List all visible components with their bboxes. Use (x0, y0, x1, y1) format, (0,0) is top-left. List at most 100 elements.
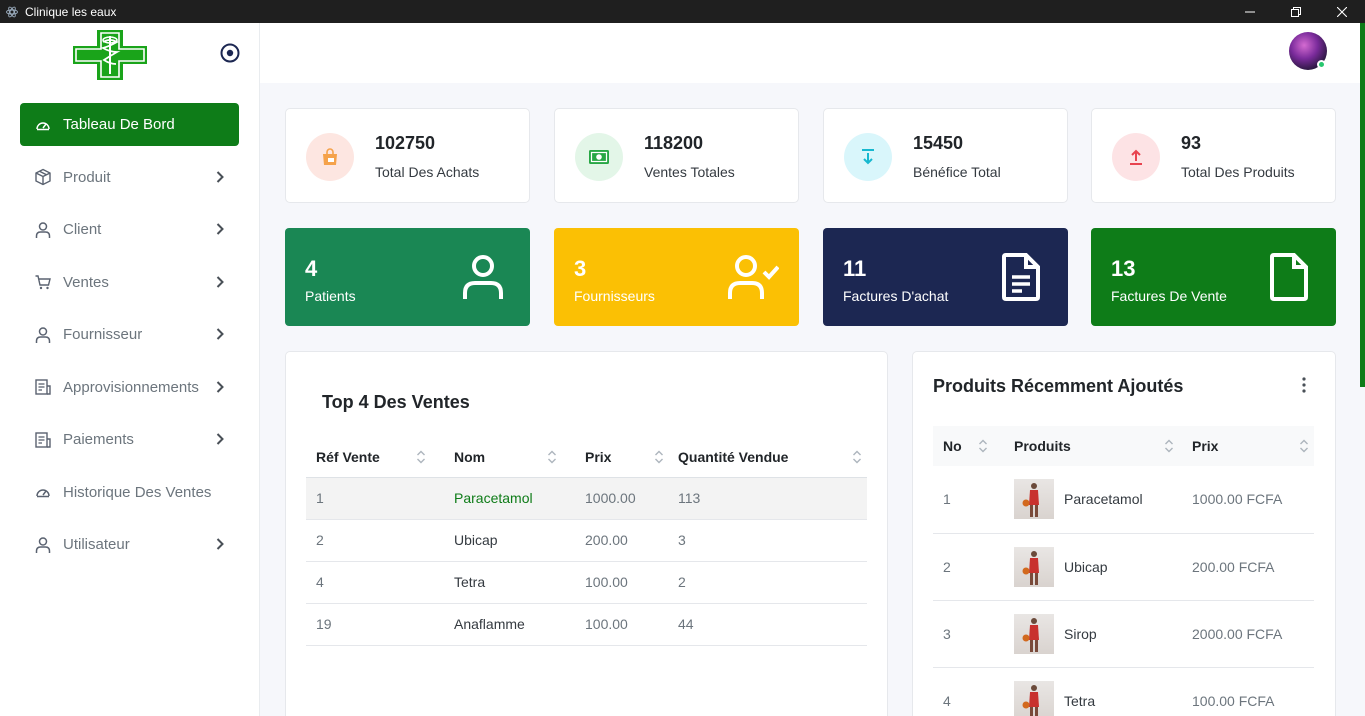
table-row[interactable]: 3 Sirop 2000.00 FCFA (933, 600, 1314, 668)
sidebar-item-utilisateur[interactable]: Utilisateur (20, 523, 239, 566)
sort-icon (979, 439, 987, 453)
product-name: Sirop (1064, 625, 1097, 642)
cell-price: 100.00 FCFA (1182, 667, 1314, 716)
cell-ref: 1 (306, 477, 444, 520)
box-icon (34, 168, 52, 186)
column-header[interactable]: Prix (575, 437, 668, 478)
sidebar-item-label: Historique Des Ventes (63, 483, 212, 501)
column-header[interactable]: Réf Vente (306, 437, 444, 478)
count-value: 13 (1111, 256, 1136, 281)
column-header[interactable]: Produits (1004, 426, 1182, 466)
cell-number: 2 (933, 533, 1004, 601)
sort-icon (1165, 439, 1173, 453)
sidebar-item-label: Ventes (63, 273, 109, 291)
stat-label: Bénéfice Total (913, 164, 1001, 180)
table-row[interactable]: 2 Ubicap 200.00 3 (306, 519, 867, 562)
count-card-fournisseurs[interactable]: 3 Fournisseurs (554, 228, 799, 326)
top-sales-table: Réf Vente Nom Prix Quantité Vendue 1 Par… (306, 437, 867, 646)
pharmacy-cross-logo[interactable] (73, 30, 147, 80)
count-label: Factures De Vente (1111, 288, 1227, 304)
cell-price: 1000.00 (575, 477, 668, 520)
stat-label: Ventes Totales (644, 164, 735, 180)
file-icon (1270, 253, 1308, 301)
count-label: Fournisseurs (574, 288, 655, 304)
product-thumbnail (1014, 680, 1054, 716)
stat-value: 118200 (644, 133, 704, 153)
sidebar-item-client[interactable]: Client (20, 208, 239, 251)
cell-quantity: 113 (668, 477, 867, 520)
sidebar-item-approvisionnements[interactable]: Approvisionnements (20, 366, 239, 409)
column-header[interactable]: Quantité Vendue (668, 437, 867, 478)
document-icon (34, 378, 52, 396)
cell-ref: 4 (306, 561, 444, 604)
count-value: 11 (843, 256, 867, 281)
sidebar-item-paiements[interactable]: Paiements (20, 418, 239, 461)
cell-number: 4 (933, 667, 1004, 716)
sidebar-item-produit[interactable]: Produit (20, 156, 239, 199)
user-avatar[interactable] (1289, 32, 1327, 70)
user-icon (34, 221, 52, 239)
count-value: 4 (305, 256, 318, 281)
sidebar: Tableau De Bord Produit Client Ventes Fo… (0, 23, 260, 716)
column-header[interactable]: No (933, 426, 1004, 466)
sort-icon (548, 450, 556, 464)
close-button[interactable] (1319, 0, 1365, 23)
sidebar-item-label: Approvisionnements (63, 378, 199, 396)
stat-card-total-achats: 102750 Total Des Achats (285, 108, 530, 203)
table-row[interactable]: 2 Ubicap 200.00 FCFA (933, 533, 1314, 601)
sidebar-item-historique-des-ventes[interactable]: Historique Des Ventes (20, 471, 239, 514)
cell-quantity: 2 (668, 561, 867, 604)
column-header[interactable]: Nom (444, 437, 575, 478)
sort-icon (853, 450, 861, 464)
shopping-bag-icon (306, 133, 354, 181)
stat-label: Total Des Produits (1181, 164, 1295, 180)
restore-button[interactable] (1273, 0, 1319, 23)
product-name: Paracetamol (1064, 491, 1143, 508)
app-icon (5, 5, 19, 19)
cell-quantity: 44 (668, 603, 867, 646)
cell-name: Tetra (444, 561, 575, 604)
cell-product: Tetra (1004, 667, 1182, 716)
sidebar-toggle-button[interactable] (219, 42, 241, 64)
sidebar-nav: Tableau De Bord Produit Client Ventes Fo… (20, 103, 239, 576)
money-icon (575, 133, 623, 181)
column-header[interactable]: Prix (1182, 426, 1314, 466)
sidebar-item-fournisseur[interactable]: Fournisseur (20, 313, 239, 356)
download-icon (844, 133, 892, 181)
table-row[interactable]: 19 Anaflamme 100.00 44 (306, 603, 867, 646)
user-icon (463, 255, 503, 299)
cell-number: 1 (933, 466, 1004, 534)
count-card-factures-achat[interactable]: 11 Factures D'achat (823, 228, 1068, 326)
sidebar-item-tableau-de-bord[interactable]: Tableau De Bord (20, 103, 239, 146)
scrollbar-thumb[interactable] (1360, 23, 1365, 387)
table-row[interactable]: 4 Tetra 100.00 FCFA (933, 667, 1314, 716)
user-icon (34, 326, 52, 344)
file-text-icon (1002, 253, 1040, 301)
count-card-factures-vente[interactable]: 13 Factures De Vente (1091, 228, 1336, 326)
sort-icon (655, 450, 663, 464)
count-label: Factures D'achat (843, 288, 949, 304)
cart-icon (34, 273, 52, 291)
product-thumbnail (1014, 546, 1054, 587)
count-card-patients[interactable]: 4 Patients (285, 228, 530, 326)
restore-icon (1291, 6, 1301, 17)
minimize-button[interactable] (1227, 0, 1273, 23)
table-row[interactable]: 4 Tetra 100.00 2 (306, 561, 867, 604)
cell-name: Anaflamme (444, 603, 575, 646)
table-row[interactable]: 1 Paracetamol 1000.00 FCFA (933, 466, 1314, 534)
window-titlebar: Clinique les eaux (0, 0, 1365, 23)
panel-title: Top 4 Des Ventes (322, 392, 470, 412)
recent-products-table: No Produits Prix 1 Paracetamol 1000.00 F… (933, 426, 1314, 716)
top-sales-panel: Top 4 Des Ventes Réf Vente Nom Prix Quan… (285, 351, 888, 716)
cell-product: Paracetamol (1004, 466, 1182, 534)
sidebar-item-ventes[interactable]: Ventes (20, 261, 239, 304)
product-thumbnail (1014, 613, 1054, 654)
sidebar-item-label: Client (63, 221, 102, 238)
cell-price: 1000.00 FCFA (1182, 466, 1314, 534)
chevron-right-icon (216, 223, 224, 235)
top-header (260, 23, 1360, 83)
user-check-icon (728, 255, 779, 299)
table-row[interactable]: 1 Paracetamol 1000.00 113 (306, 477, 867, 520)
user-icon (34, 536, 52, 554)
more-options-icon[interactable] (1301, 377, 1307, 393)
